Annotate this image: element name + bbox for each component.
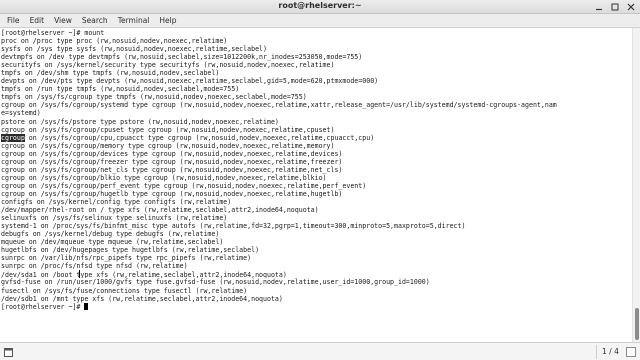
terminal-line: /dev/sdb1 on /mnt type xfs (rw,relatime,… bbox=[1, 294, 283, 303]
terminal-line: cgroup on /sys/fs/cgroup/net_cls type cg… bbox=[1, 165, 343, 174]
maximize-icon bbox=[611, 3, 619, 11]
terminal-line: tmpfs on /sys/fs/cgroup type tmpfs (rw,n… bbox=[1, 93, 307, 102]
menu-terminal[interactable]: Terminal bbox=[113, 14, 155, 28]
title-bar: root@rhelserver:~ bbox=[0, 0, 640, 14]
terminal-line: cgroup on /sys/fs/cgroup/freezer type cg… bbox=[1, 157, 343, 166]
window-controls bbox=[594, 2, 636, 12]
show-desktop-button[interactable] bbox=[2, 346, 14, 358]
terminal-line: securityfs on /sys/kernel/security type … bbox=[1, 61, 335, 70]
maximize-button[interactable] bbox=[610, 2, 620, 12]
terminal-line: fusectl on /sys/fs/fuse/connections type… bbox=[1, 286, 248, 295]
terminal-line: hugetlbfs on /dev/hugepages type hugetlb… bbox=[1, 246, 260, 255]
terminal-line: cgroup on /sys/fs/cgroup/devices type cg… bbox=[1, 149, 343, 158]
menu-edit[interactable]: Edit bbox=[25, 14, 50, 28]
workspace-switcher[interactable] bbox=[626, 347, 636, 357]
terminal-line: devtmpfs on /dev type devtmpfs (rw,nosui… bbox=[1, 53, 363, 62]
terminal-line: cgroup on /sys/fs/cgroup/perf_event type… bbox=[1, 181, 367, 190]
terminal-line: cgroup on /sys/fs/cgroup/memory type cgr… bbox=[1, 141, 335, 150]
menu-help[interactable]: Help bbox=[154, 14, 181, 28]
menu-search[interactable]: Search bbox=[77, 14, 113, 28]
terminal-scrollbar[interactable] bbox=[632, 28, 640, 342]
mouse-ibeam-cursor bbox=[79, 270, 81, 279]
terminal-line: gvfsd-fuse on /run/user/1000/gvfs type f… bbox=[1, 278, 430, 287]
selected-text: cgroup bbox=[1, 133, 25, 142]
menu-bar: File Edit View Search Terminal Help bbox=[0, 14, 640, 28]
minimize-icon bbox=[596, 8, 602, 11]
taskbar-divider bbox=[596, 345, 597, 359]
terminal-line: cgroup on /sys/fs/cgroup/systemd type cg… bbox=[1, 101, 557, 110]
terminal-line: cgroup on /sys/fs/cgroup/cpuset type cgr… bbox=[1, 125, 335, 134]
terminal-line: tmpfs on /run type tmpfs (rw,nosuid,node… bbox=[1, 85, 240, 94]
scrollbar-thumb[interactable] bbox=[635, 308, 639, 340]
terminal-output[interactable]: [root@rhelserver ~]# mount proc on /proc … bbox=[0, 28, 632, 342]
terminal-line: /dev/sda1 on /boot type xfs (rw,relatime… bbox=[1, 270, 287, 279]
menu-view[interactable]: View bbox=[49, 14, 77, 28]
terminal-line: pstore on /sys/fs/pstore type pstore (rw… bbox=[1, 117, 279, 126]
terminal-prompt-line[interactable]: [root@rhelserver ~]# bbox=[1, 302, 632, 311]
close-button[interactable] bbox=[626, 2, 636, 12]
terminal-line: [root@rhelserver ~]# mount bbox=[1, 29, 105, 37]
terminal-window-icon bbox=[3, 347, 13, 357]
terminal-line: cgroup on /sys/fs/cgroup/hugetlb type cg… bbox=[1, 189, 343, 198]
terminal-line: sysfs on /sys type sysfs (rw,nosuid,node… bbox=[1, 45, 267, 54]
terminal-line: tmpfs on /dev/shm type tmpfs (rw,nosuid,… bbox=[1, 69, 220, 78]
terminal-line: devpts on /dev/pts type devpts (rw,nosui… bbox=[1, 77, 379, 86]
terminal-line: mqueue on /dev/mqueue type mqueue (rw,re… bbox=[1, 238, 224, 247]
minimize-button[interactable] bbox=[594, 2, 604, 12]
terminal-line: cgroup on /sys/fs/cgroup/cpu,cpuacct typ… bbox=[1, 133, 375, 142]
window-title: root@rhelserver:~ bbox=[278, 1, 362, 10]
workspace-indicator[interactable]: 1 / 4 bbox=[602, 346, 619, 358]
taskbar: 1 / 4 bbox=[0, 342, 640, 360]
menu-file[interactable]: File bbox=[2, 14, 25, 28]
terminal-line: proc on /proc type proc (rw,nosuid,nodev… bbox=[1, 37, 228, 46]
terminal-line: sunrpc on /var/lib/nfs/rpc_pipefs type r… bbox=[1, 254, 252, 263]
terminal-line: debugfs on /sys/kernel/debug type debugf… bbox=[1, 230, 220, 239]
terminal-line: sunrpc on /proc/fs/nfsd type nfsd (rw,re… bbox=[1, 262, 188, 271]
terminal-line: configfs on /sys/kernel/config type conf… bbox=[1, 197, 232, 206]
terminal-line: selinuxfs on /sys/fs/selinux type selinu… bbox=[1, 214, 228, 223]
terminal-line: cgroup on /sys/fs/cgroup/blkio type cgro… bbox=[1, 173, 327, 182]
terminal-line: systemd-1 on /proc/sys/fs/binfmt_misc ty… bbox=[1, 222, 466, 231]
text-cursor bbox=[84, 302, 89, 310]
close-icon bbox=[627, 3, 635, 11]
terminal-line: /dev/mapper/rhel-root on / type xfs (rw,… bbox=[1, 206, 319, 215]
terminal-line: e=systemd) bbox=[1, 109, 41, 118]
